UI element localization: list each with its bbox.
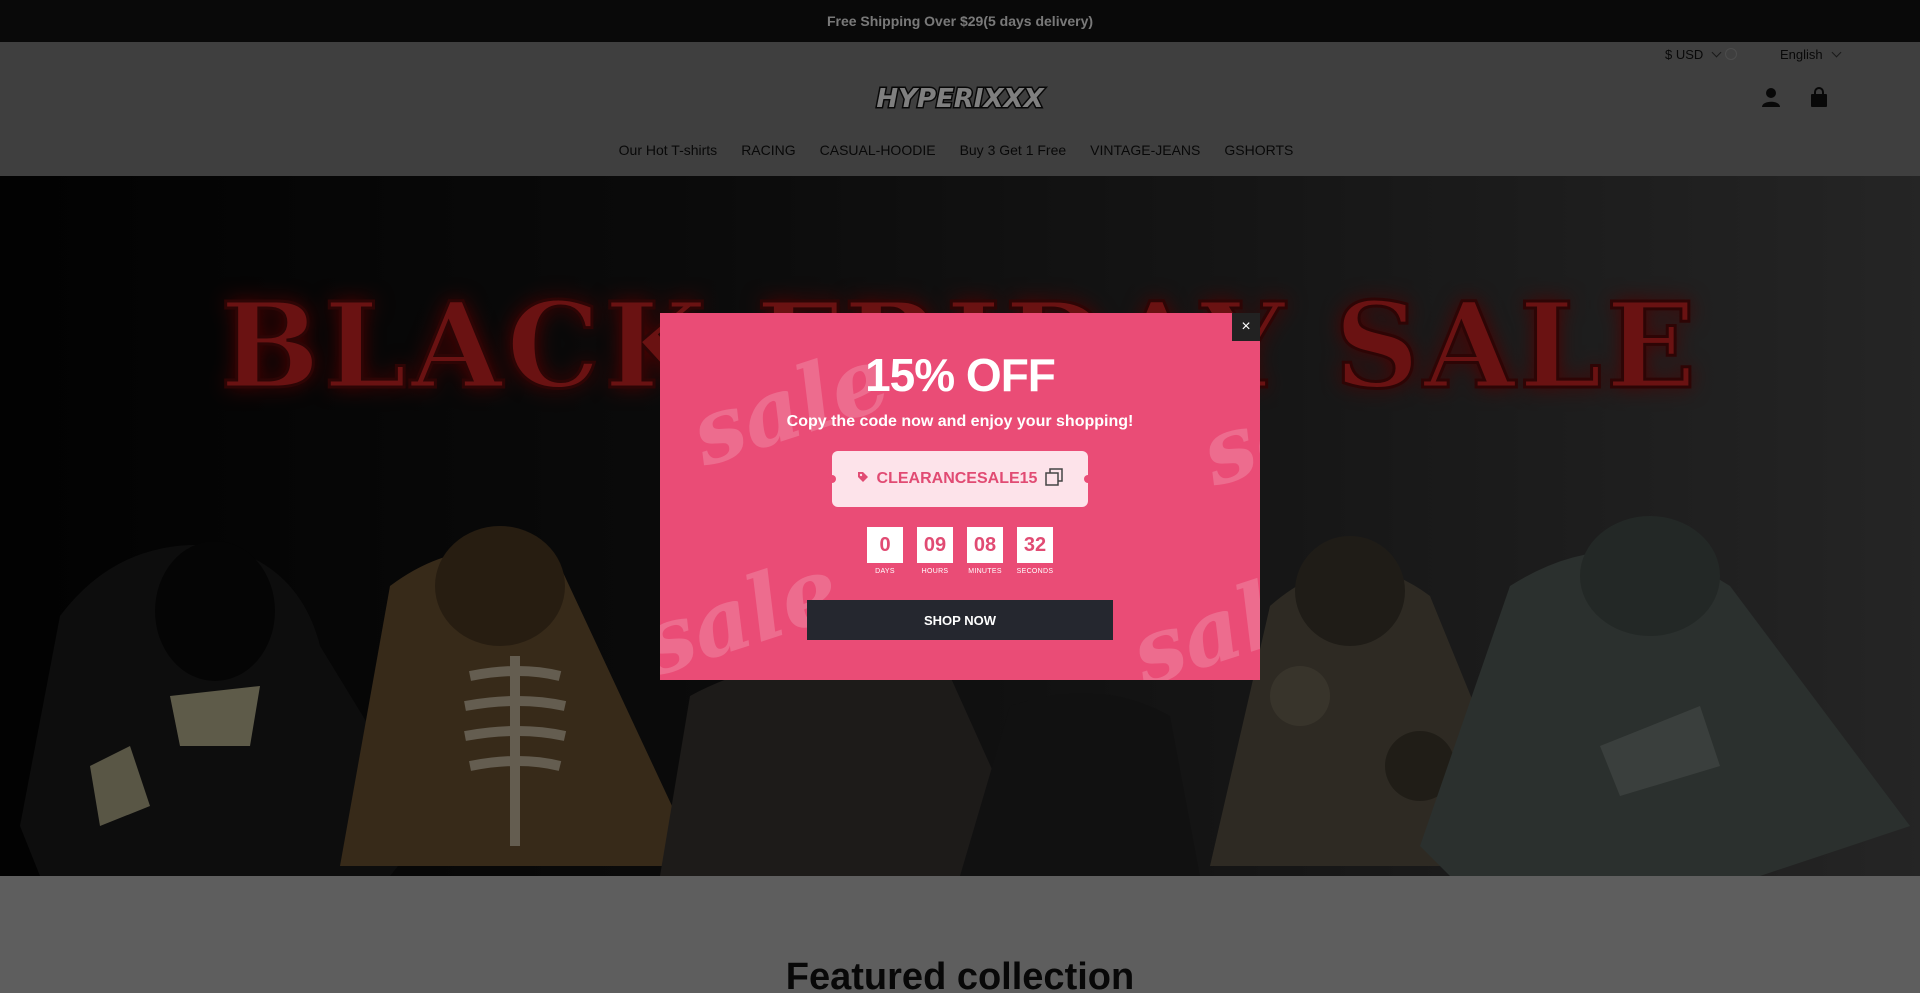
copy-icon[interactable] <box>1045 467 1064 491</box>
countdown-seconds: 32 SECONDS <box>1017 527 1053 575</box>
countdown-timer: 0 DAYS 09 HOURS 08 MINUTES 32 SECONDS <box>660 527 1260 575</box>
coupon-notch <box>828 475 836 483</box>
coupon-code-box[interactable]: CLEARANCESALE15 <box>828 451 1092 507</box>
countdown-label: MINUTES <box>968 568 1002 575</box>
countdown-hours: 09 HOURS <box>917 527 953 575</box>
countdown-days: 0 DAYS <box>867 527 903 575</box>
countdown-label: SECONDS <box>1016 568 1054 575</box>
close-icon[interactable]: × <box>1232 313 1260 341</box>
countdown-minutes: 08 MINUTES <box>967 527 1003 575</box>
countdown-label: HOURS <box>921 568 949 575</box>
countdown-value: 0 <box>867 527 903 563</box>
coupon-notch <box>1084 475 1092 483</box>
discount-popup: sale sale sale sale 15% OFF Copy the cod… <box>660 313 1260 680</box>
shop-now-button[interactable]: SHOP NOW <box>807 600 1113 640</box>
coupon-code: CLEARANCESALE15 <box>876 470 1038 487</box>
countdown-value: 08 <box>967 527 1003 563</box>
countdown-label: DAYS <box>875 568 895 575</box>
tag-icon <box>857 470 869 488</box>
countdown-value: 09 <box>917 527 953 563</box>
countdown-value: 32 <box>1017 527 1053 563</box>
popup-subtitle: Copy the code now and enjoy your shoppin… <box>786 413 1134 430</box>
popup-title: 15% OFF <box>865 349 1056 401</box>
